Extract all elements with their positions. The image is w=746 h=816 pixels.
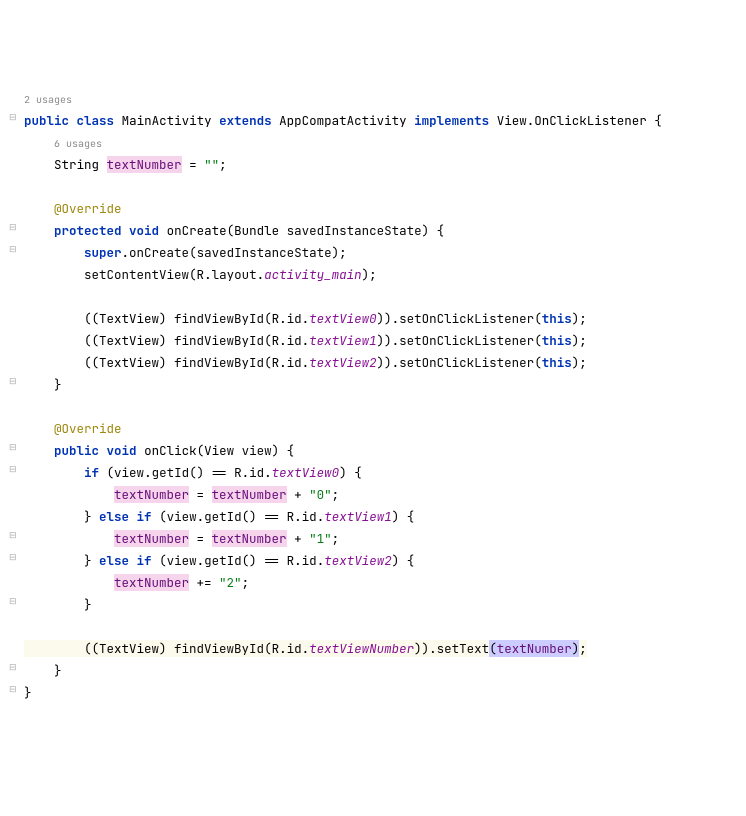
param-view: view <box>242 442 272 459</box>
id-tv1-1: textView1 <box>309 332 377 349</box>
code-area[interactable]: 2 usages public class MainActivity exten… <box>22 88 746 706</box>
kw-class: class <box>77 112 115 129</box>
str-0: "0" <box>309 486 332 503</box>
call-setclick-3: setOnClickListener <box>399 354 534 371</box>
id-tvnum: textViewNumber <box>309 640 414 657</box>
r-id-1: id <box>287 310 302 327</box>
iface-view: View <box>497 112 527 129</box>
field-tn-2: textNumber <box>212 486 287 503</box>
call-find-1: findViewById <box>174 310 264 327</box>
id-tv0-2: textView0 <box>272 464 340 481</box>
super-class: AppCompatActivity <box>279 112 407 129</box>
cls-r-3: R <box>272 332 280 349</box>
cls-r-5: R <box>234 464 242 481</box>
r-id-3: id <box>287 354 302 371</box>
kw-public-2: public <box>54 442 99 459</box>
kw-super: super <box>84 244 122 261</box>
method-oncreate: onCreate <box>167 222 227 239</box>
cls-r-7: R <box>287 552 295 569</box>
field-tn-1: textNumber <box>114 486 189 503</box>
str-1: "1" <box>309 530 332 547</box>
id-tv1-2: textView1 <box>324 508 392 525</box>
id-activity-main: activity_main <box>264 266 362 283</box>
call-setclick-1: setOnClickListener <box>399 310 534 327</box>
kw-this-2: this <box>542 332 572 349</box>
str-empty: "" <box>204 156 219 173</box>
kw-this-1: this <box>542 310 572 327</box>
field-tn-4: textNumber <box>212 530 287 547</box>
call-find-3: findViewById <box>174 354 264 371</box>
arg-saved: savedInstanceState <box>197 244 332 261</box>
cast-tv-4: TextView <box>99 640 159 657</box>
r-id-6: id <box>302 552 317 569</box>
field-tn-3: textNumber <box>114 530 189 547</box>
annotation-override-1: @Override <box>54 200 122 217</box>
field-tn-arg: textNumber <box>497 640 572 657</box>
gutter: ⊟ ⊟ ⊟ ⊟ ⊟ ⊟ ⊟ ⊟ ⊟ ⊟ ⊟ <box>0 88 22 706</box>
call-settext: setText <box>437 640 490 657</box>
kw-void-2: void <box>107 442 137 459</box>
call-find-4: findViewById <box>174 640 264 657</box>
r-id-4: id <box>249 464 264 481</box>
call-setclick-2: setOnClickListener <box>399 332 534 349</box>
kw-this-3: this <box>542 354 572 371</box>
call-getid-2: getId <box>204 508 242 525</box>
kw-void-1: void <box>129 222 159 239</box>
var-view-2: view <box>167 508 197 525</box>
cast-tv-3: TextView <box>99 354 159 371</box>
r-id-5: id <box>302 508 317 525</box>
method-onclick: onClick <box>144 442 197 459</box>
kw-if-3: if <box>137 552 152 569</box>
id-tv2-1: textView2 <box>309 354 377 371</box>
type-bundle: Bundle <box>234 222 279 239</box>
kw-protected: protected <box>54 222 122 239</box>
kw-public: public <box>24 112 69 129</box>
call-setcontentview: setContentView <box>84 266 189 283</box>
kw-if-2: if <box>137 508 152 525</box>
usages-hint-top: 2 usages <box>24 93 72 106</box>
str-2: "2" <box>219 574 242 591</box>
field-textnumber: textNumber <box>107 156 182 173</box>
cls-r-6: R <box>287 508 295 525</box>
id-tv0-1: textView0 <box>309 310 377 327</box>
annotation-override-2: @Override <box>54 420 122 437</box>
var-view-1: view <box>114 464 144 481</box>
cls-r-4: R <box>272 354 280 371</box>
kw-else-2: else <box>99 552 129 569</box>
call-find-2: findViewById <box>174 332 264 349</box>
iface-onclick: OnClickListener <box>534 112 647 129</box>
var-view-3: view <box>167 552 197 569</box>
cls-r-2: R <box>272 310 280 327</box>
r-layout: layout <box>212 266 257 283</box>
cast-tv-2: TextView <box>99 332 159 349</box>
class-name: MainActivity <box>122 112 212 129</box>
type-string: String <box>54 156 99 173</box>
kw-else-1: else <box>99 508 129 525</box>
highlighted-line: ((TextView) findViewById(R.id.textViewNu… <box>24 640 587 657</box>
code-editor[interactable]: ⊟ ⊟ ⊟ ⊟ ⊟ ⊟ ⊟ ⊟ ⊟ ⊟ ⊟ 2 usages public cl… <box>0 88 746 706</box>
field-tn-5: textNumber <box>114 574 189 591</box>
r-id-7: id <box>287 640 302 657</box>
kw-implements: implements <box>414 112 489 129</box>
kw-if-1: if <box>84 464 99 481</box>
call-getid-1: getId <box>152 464 190 481</box>
kw-extends: extends <box>219 112 272 129</box>
call-oncreate: onCreate <box>129 244 189 261</box>
usages-hint-field: 6 usages <box>54 137 102 150</box>
r-id-2: id <box>287 332 302 349</box>
id-tv2-2: textView2 <box>324 552 392 569</box>
cast-tv-1: TextView <box>99 310 159 327</box>
type-view: View <box>204 442 234 459</box>
call-getid-3: getId <box>204 552 242 569</box>
param-saved: savedInstanceState <box>287 222 422 239</box>
cls-r-8: R <box>272 640 280 657</box>
cls-r-1: R <box>197 266 205 283</box>
